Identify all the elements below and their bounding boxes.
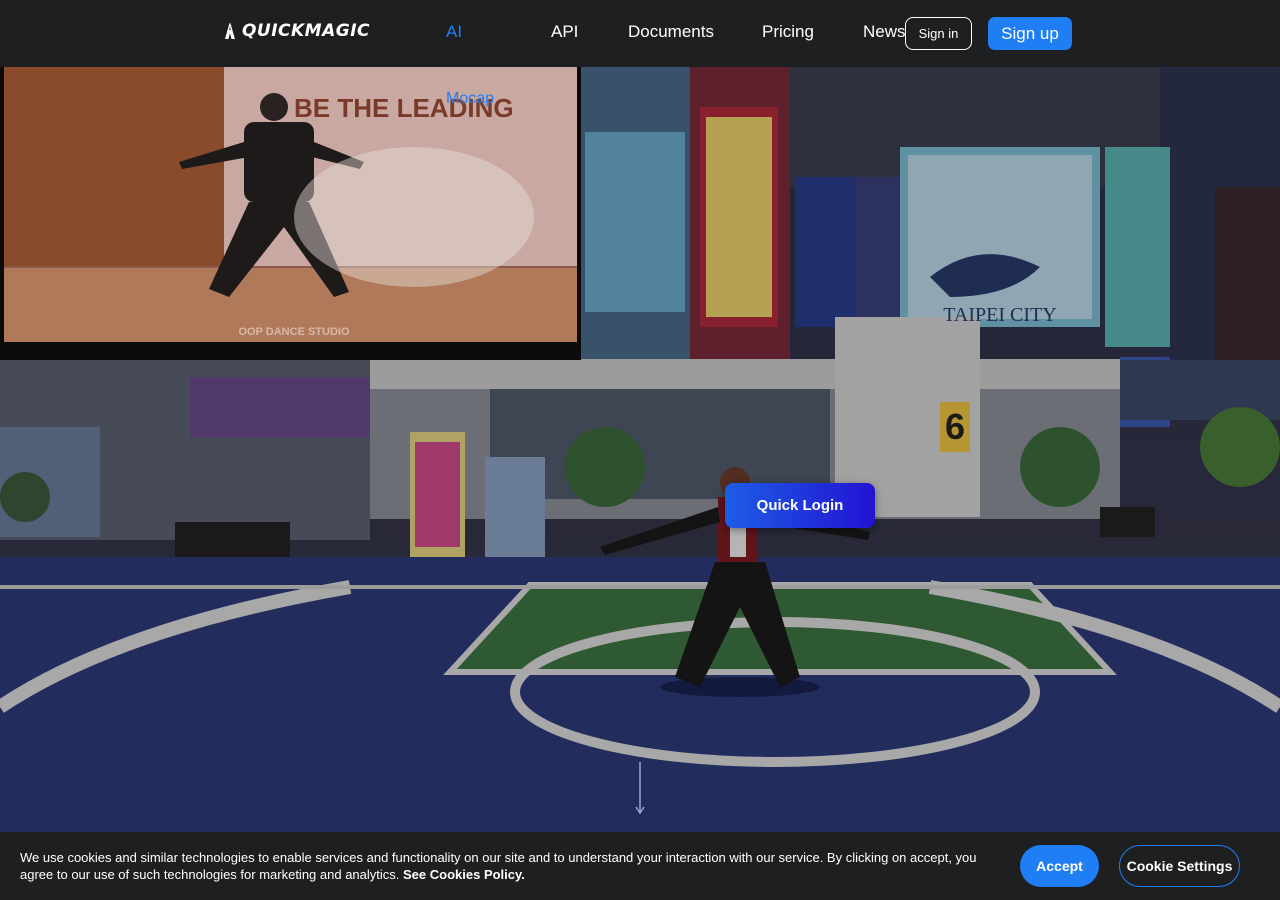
scroll-down-arrow-icon[interactable] <box>633 761 647 815</box>
nav-news[interactable]: News <box>863 22 906 42</box>
nav-pricing[interactable]: Pricing <box>762 22 814 42</box>
quick-login-button[interactable]: Quick Login <box>725 483 875 528</box>
cookie-policy-link[interactable]: See Cookies Policy. <box>403 867 525 882</box>
accept-cookies-button[interactable]: Accept <box>1020 845 1099 887</box>
dance-video-inset[interactable]: BE THE LEADING OOP DANCE STUDIO <box>0 67 581 360</box>
nav-api[interactable]: API <box>551 22 578 42</box>
hero-section: 6 TAIPEI CITY BE THE LEADING OOP DANCE S… <box>0 67 1280 832</box>
nav-ai[interactable]: AI <box>446 22 462 42</box>
top-navbar: QUICKMAGIC AI API Documents Pricing News… <box>0 0 1280 67</box>
sign-up-button[interactable]: Sign up <box>988 17 1072 50</box>
cookie-banner: We use cookies and similar technologies … <box>0 832 1280 900</box>
brand-logo[interactable]: QUICKMAGIC <box>224 13 370 49</box>
page: QUICKMAGIC AI API Documents Pricing News… <box>0 0 1280 900</box>
brand-name: QUICKMAGIC <box>241 21 370 41</box>
sign-in-button[interactable]: Sign in <box>905 17 972 50</box>
dance-video-frame: BE THE LEADING OOP DANCE STUDIO <box>4 67 577 342</box>
submenu-mocap[interactable]: Mocap <box>446 90 494 108</box>
video-caption: OOP DANCE STUDIO <box>238 326 349 338</box>
nav-documents[interactable]: Documents <box>628 22 714 42</box>
cookie-text: We use cookies and similar technologies … <box>20 849 995 883</box>
logo-icon <box>224 22 235 39</box>
cookie-settings-button[interactable]: Cookie Settings <box>1119 845 1240 887</box>
